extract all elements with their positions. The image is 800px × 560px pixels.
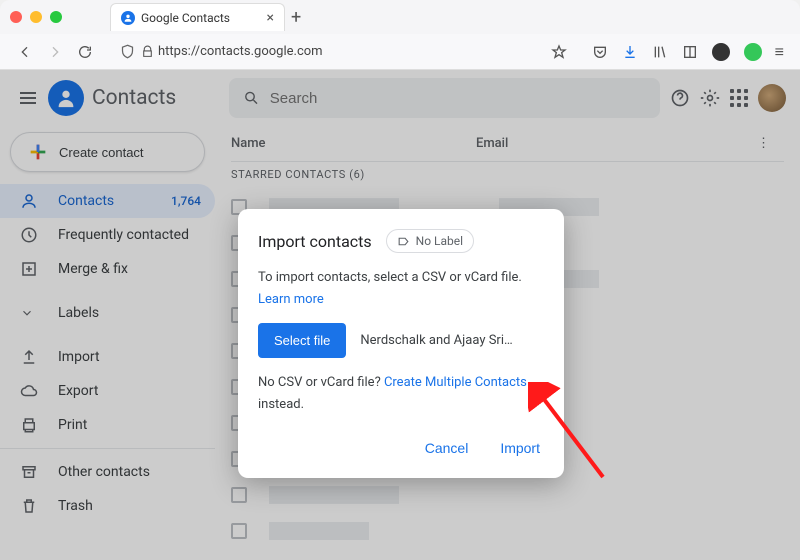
selected-filename: Nerdschalk and Ajaay Srini… bbox=[360, 330, 515, 352]
settings-icon[interactable] bbox=[700, 88, 720, 108]
browser-toolbar: https://contacts.google.com ≡ bbox=[0, 34, 800, 70]
import-dialog: Import contacts No Label To import conta… bbox=[238, 209, 564, 478]
chevron-down-icon bbox=[20, 306, 40, 320]
app-title: Contacts bbox=[92, 86, 176, 110]
search-icon bbox=[243, 89, 260, 107]
cloud-icon bbox=[20, 382, 40, 400]
create-contact-button[interactable]: Create contact bbox=[10, 132, 205, 172]
nav-count: 1,764 bbox=[171, 194, 201, 208]
library-icon[interactable] bbox=[652, 44, 668, 60]
archive-icon bbox=[20, 463, 40, 481]
extension-icon-2[interactable] bbox=[744, 43, 762, 61]
trash-icon bbox=[20, 497, 40, 515]
star-icon[interactable] bbox=[551, 44, 567, 60]
row-checkbox[interactable] bbox=[231, 487, 247, 503]
more-icon[interactable]: ⋮ bbox=[757, 136, 770, 151]
user-avatar[interactable] bbox=[758, 84, 786, 112]
search-box[interactable] bbox=[229, 78, 660, 118]
sidebar-item-labels[interactable]: Labels bbox=[0, 296, 215, 330]
shield-icon bbox=[120, 44, 135, 59]
reload-icon[interactable] bbox=[77, 44, 93, 60]
nav-label: Print bbox=[58, 417, 87, 433]
tab-title: Google Contacts bbox=[141, 11, 267, 25]
browser-menu-icon[interactable]: ≡ bbox=[775, 42, 784, 62]
nav-label: Export bbox=[58, 383, 98, 399]
new-tab-button[interactable]: + bbox=[291, 7, 301, 28]
import-button[interactable]: Import bbox=[496, 434, 544, 462]
merge-icon bbox=[20, 260, 40, 278]
window-titlebar: Google Contacts × + bbox=[0, 0, 800, 34]
col-name: Name bbox=[231, 136, 476, 151]
nav-label: Import bbox=[58, 349, 100, 365]
sidebar-item-trash[interactable]: Trash bbox=[0, 489, 215, 523]
pocket-icon[interactable] bbox=[592, 44, 608, 60]
download-icon[interactable] bbox=[622, 44, 638, 60]
col-email: Email bbox=[476, 136, 757, 151]
app-header: Contacts bbox=[0, 70, 215, 126]
window-minimize-button[interactable] bbox=[30, 11, 42, 23]
sidebar: Contacts Create contact Contacts 1,764 F… bbox=[0, 70, 215, 560]
dialog-alt: No CSV or vCard file? Create Multiple Co… bbox=[258, 372, 544, 416]
apps-icon[interactable] bbox=[730, 89, 748, 107]
history-icon bbox=[20, 226, 40, 244]
table-row[interactable] bbox=[215, 513, 800, 549]
sidebar-item-contacts[interactable]: Contacts 1,764 bbox=[0, 184, 215, 218]
sidebar-item-import[interactable]: Import bbox=[0, 340, 215, 374]
forward-icon bbox=[47, 44, 63, 60]
app-logo-icon bbox=[48, 80, 84, 116]
section-starred: STARRED CONTACTS (6) bbox=[215, 162, 800, 189]
dialog-title: Import contacts bbox=[258, 232, 372, 251]
extension-icon-1[interactable] bbox=[712, 43, 730, 61]
create-contact-label: Create contact bbox=[59, 145, 144, 160]
lock-icon bbox=[141, 45, 154, 58]
print-icon bbox=[20, 416, 40, 434]
window-close-button[interactable] bbox=[10, 11, 22, 23]
tab-favicon-icon bbox=[121, 11, 135, 25]
nav-label: Contacts bbox=[58, 193, 114, 209]
nav-label: Other contacts bbox=[58, 464, 150, 480]
sidebar-item-other[interactable]: Other contacts bbox=[0, 455, 215, 489]
window-maximize-button[interactable] bbox=[50, 11, 62, 23]
nav-label: Trash bbox=[58, 498, 93, 514]
plus-icon bbox=[27, 141, 49, 163]
tab-close-icon[interactable]: × bbox=[267, 10, 274, 26]
nav-label: Frequently contacted bbox=[58, 227, 189, 243]
sidebar-item-frequent[interactable]: Frequently contacted bbox=[0, 218, 215, 252]
help-icon[interactable] bbox=[670, 88, 690, 108]
table-header: Name Email ⋮ bbox=[215, 126, 800, 161]
upload-icon bbox=[20, 348, 40, 366]
row-checkbox[interactable] bbox=[231, 523, 247, 539]
label-chip[interactable]: No Label bbox=[386, 229, 474, 253]
learn-more-link[interactable]: Learn more bbox=[258, 292, 324, 307]
nav-label: Labels bbox=[58, 305, 99, 321]
cancel-button[interactable]: Cancel bbox=[421, 434, 473, 462]
hamburger-icon[interactable] bbox=[16, 86, 40, 110]
create-multiple-link[interactable]: Create Multiple Contacts bbox=[384, 375, 527, 390]
table-row[interactable] bbox=[215, 477, 800, 513]
nav-list: Contacts 1,764 Frequently contacted Merg… bbox=[0, 182, 215, 523]
url-text: https://contacts.google.com bbox=[158, 44, 323, 59]
topbar bbox=[215, 70, 800, 126]
sidebar-item-export[interactable]: Export bbox=[0, 374, 215, 408]
dialog-desc: To import contacts, select a CSV or vCar… bbox=[258, 267, 544, 311]
browser-tab[interactable]: Google Contacts × bbox=[110, 3, 285, 31]
search-input[interactable] bbox=[270, 90, 646, 107]
select-file-button[interactable]: Select file bbox=[258, 323, 346, 358]
label-icon bbox=[397, 235, 410, 248]
label-chip-text: No Label bbox=[416, 234, 463, 248]
reader-icon[interactable] bbox=[682, 44, 698, 60]
sidebar-item-print[interactable]: Print bbox=[0, 408, 215, 442]
address-bar[interactable]: https://contacts.google.com bbox=[112, 38, 575, 66]
back-icon[interactable] bbox=[17, 44, 33, 60]
nav-label: Merge & fix bbox=[58, 261, 128, 277]
sidebar-item-merge[interactable]: Merge & fix bbox=[0, 252, 215, 286]
person-icon bbox=[20, 192, 40, 210]
